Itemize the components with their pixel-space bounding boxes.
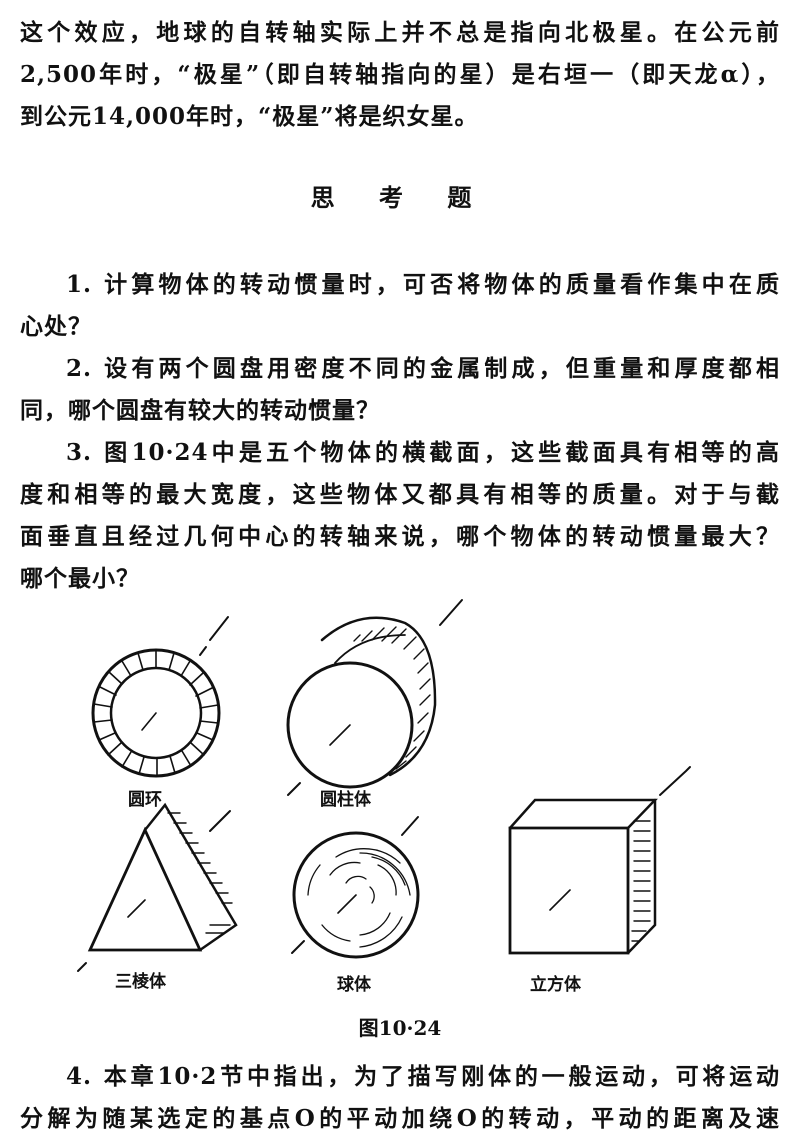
figure-caption: 图10·24: [358, 1016, 442, 1040]
sphere-shading: [307, 848, 411, 948]
question-4: 4. 本章10·2节中指出，为了描写刚体的一般运动，可将运动 分解为随某选定的基…: [20, 1056, 780, 1140]
ring-label: 圆环: [128, 790, 162, 810]
prism-hatching: [167, 812, 233, 934]
question-2-line-2: 同，哪个圆盘有较大的转动惯量？: [20, 397, 380, 424]
prism-label: 三棱体: [115, 972, 166, 992]
sphere-drawing: [291, 816, 420, 959]
figure-10-24: 圆环 圆柱体 三棱体 球体 立方体: [60, 595, 740, 1015]
cylinder-label: 圆柱体: [320, 790, 371, 810]
question-4-line-2: 分解为随某选定的基点O的平动加绕O的转动，平动的距离及速: [20, 1105, 780, 1132]
question-3-line-1: 3. 图10·24中是五个物体的横截面，这些截面具有相等的高: [66, 439, 780, 466]
question-2-line-1: 2. 设有两个圆盘用密度不同的金属制成，但重量和厚度都相: [66, 355, 780, 382]
cube-drawing: [508, 766, 691, 955]
top-paragraph: 这个效应，地球的自转轴实际上并不总是指向北极星。在公元前 2,500年时，“极星…: [20, 12, 780, 138]
cylinder-drawing: [286, 599, 463, 796]
sphere-label: 球体: [337, 975, 371, 995]
ring-drawing: [91, 616, 229, 778]
cube-label: 立方体: [530, 975, 581, 995]
question-2: 2. 设有两个圆盘用密度不同的金属制成，但重量和厚度都相 同，哪个圆盘有较大的转…: [20, 348, 780, 432]
section-title: 思 考 题: [310, 183, 490, 212]
cylinder-hatching: [353, 626, 431, 770]
question-1-line-2: 心处？: [20, 313, 92, 340]
question-3-line-3: 面垂直且经过几何中心的转轴来说，哪个物体的转动惯量最大？: [20, 523, 780, 550]
question-4-line-1: 4. 本章10·2节中指出，为了描写刚体的一般运动，可将运动: [66, 1063, 780, 1090]
question-1-line-1: 1. 计算物体的转动惯量时，可否将物体的质量看作集中在质: [66, 271, 780, 298]
question-3-line-4: 哪个最小？: [20, 565, 140, 592]
top-paragraph-line-1: 这个效应，地球的自转轴实际上并不总是指向北极星。在公元前: [20, 19, 780, 46]
top-paragraph-line-2: 2,500年时，“极星”（即自转轴指向的星）是右垣一（即天龙α），: [20, 61, 780, 88]
question-1: 1. 计算物体的转动惯量时，可否将物体的质量看作集中在质 心处？: [20, 264, 780, 348]
question-3-line-2: 度和相等的最大宽度，这些物体又都具有相等的质量。对于与截: [20, 481, 780, 508]
textbook-page: 这个效应，地球的自转轴实际上并不总是指向北极星。在公元前 2,500年时，“极星…: [0, 0, 800, 1140]
figure-drawing: [77, 599, 691, 972]
question-3: 3. 图10·24中是五个物体的横截面，这些截面具有相等的高 度和相等的最大宽度…: [20, 432, 780, 600]
top-paragraph-line-3: 到公元14,000年时，“极星”将是织女星。: [20, 103, 479, 130]
cube-hatching: [631, 820, 651, 942]
prism-drawing: [77, 802, 238, 972]
